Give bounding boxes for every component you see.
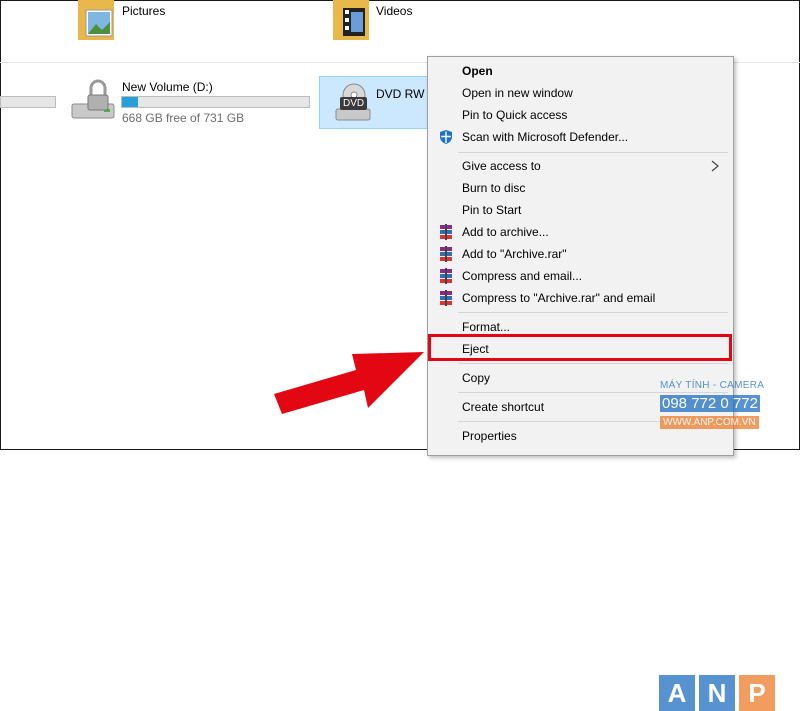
menu-item-scan-defender[interactable]: Scan with Microsoft Defender...	[428, 126, 733, 148]
menu-item-compress-and-email[interactable]: Compress and email...	[428, 265, 733, 287]
menu-item-label: Format...	[462, 320, 511, 334]
menu-item-label: Scan with Microsoft Defender...	[462, 130, 629, 144]
locked-drive-icon	[71, 79, 115, 119]
videos-folder-item[interactable]: Videos	[331, 0, 431, 44]
defender-shield-icon	[440, 130, 452, 144]
watermark-phone: 098 772 0 772	[660, 395, 760, 412]
menu-item-burn-to-disc[interactable]: Burn to disc	[428, 177, 733, 199]
menu-item-label: Open	[462, 64, 493, 78]
menu-item-label: Give access to	[462, 159, 541, 173]
menu-item-label: Compress to "Archive.rar" and email	[462, 291, 656, 305]
menu-item-pin-quick-access[interactable]: Pin to Quick access	[428, 104, 733, 126]
drive-usage-bar	[121, 96, 310, 108]
winrar-icon	[440, 268, 452, 284]
menu-item-open-new-window[interactable]: Open in new window	[428, 82, 733, 104]
menu-item-label: Create shortcut	[462, 400, 545, 414]
watermark-tagline: MÁY TÍNH - CAMERA	[660, 380, 765, 391]
menu-item-compress-rar-email[interactable]: Compress to "Archive.rar" and email	[428, 287, 733, 309]
drive-usage-bar-partial	[0, 96, 56, 108]
menu-item-label: Open in new window	[462, 86, 573, 100]
pictures-folder-icon	[78, 0, 114, 40]
watermark-letter-p: P	[739, 675, 775, 711]
watermark-letter-a: A	[659, 675, 695, 711]
drive-usage-fill	[122, 97, 139, 107]
red-arrow-icon	[274, 352, 424, 414]
videos-folder-icon	[333, 0, 369, 40]
winrar-icon	[440, 290, 452, 306]
menu-item-label: Pin to Start	[462, 203, 522, 217]
menu-item-label: Pin to Quick access	[462, 108, 568, 122]
anp-watermark: A N P MÁY TÍNH - CAMERA 098 772 0 772 WW…	[656, 336, 800, 711]
videos-folder-label: Videos	[376, 4, 413, 18]
menu-item-label: Burn to disc	[462, 181, 526, 195]
menu-item-open[interactable]: Open	[428, 60, 733, 82]
watermark-letter-n: N	[699, 675, 735, 711]
menu-item-add-to-archive[interactable]: Add to archive...	[428, 221, 733, 243]
menu-item-label: Copy	[462, 371, 491, 385]
menu-item-pin-to-start[interactable]: Pin to Start	[428, 199, 733, 221]
menu-separator	[458, 152, 728, 153]
winrar-icon	[440, 246, 452, 262]
drive-new-volume[interactable]: New Volume (D:) 668 GB free of 731 GB	[70, 76, 315, 128]
chevron-right-icon	[711, 160, 719, 172]
menu-separator	[458, 312, 728, 313]
dvd-badge: DVD	[340, 97, 368, 110]
menu-item-label: Compress and email...	[462, 269, 583, 283]
drive-name: New Volume (D:)	[122, 80, 213, 94]
winrar-icon	[440, 224, 452, 240]
drive-free-space: 668 GB free of 731 GB	[122, 111, 245, 125]
menu-item-give-access[interactable]: Give access to	[428, 155, 733, 177]
menu-item-label: Add to archive...	[462, 225, 549, 239]
menu-item-add-to-archive-rar[interactable]: Add to "Archive.rar"	[428, 243, 733, 265]
watermark-website: WWW.ANP.COM.VN	[660, 416, 759, 429]
pictures-folder-item[interactable]: Pictures	[76, 0, 176, 44]
pictures-folder-label: Pictures	[122, 4, 166, 18]
menu-item-label: Properties	[462, 429, 517, 443]
menu-item-label: Add to "Archive.rar"	[462, 247, 567, 261]
